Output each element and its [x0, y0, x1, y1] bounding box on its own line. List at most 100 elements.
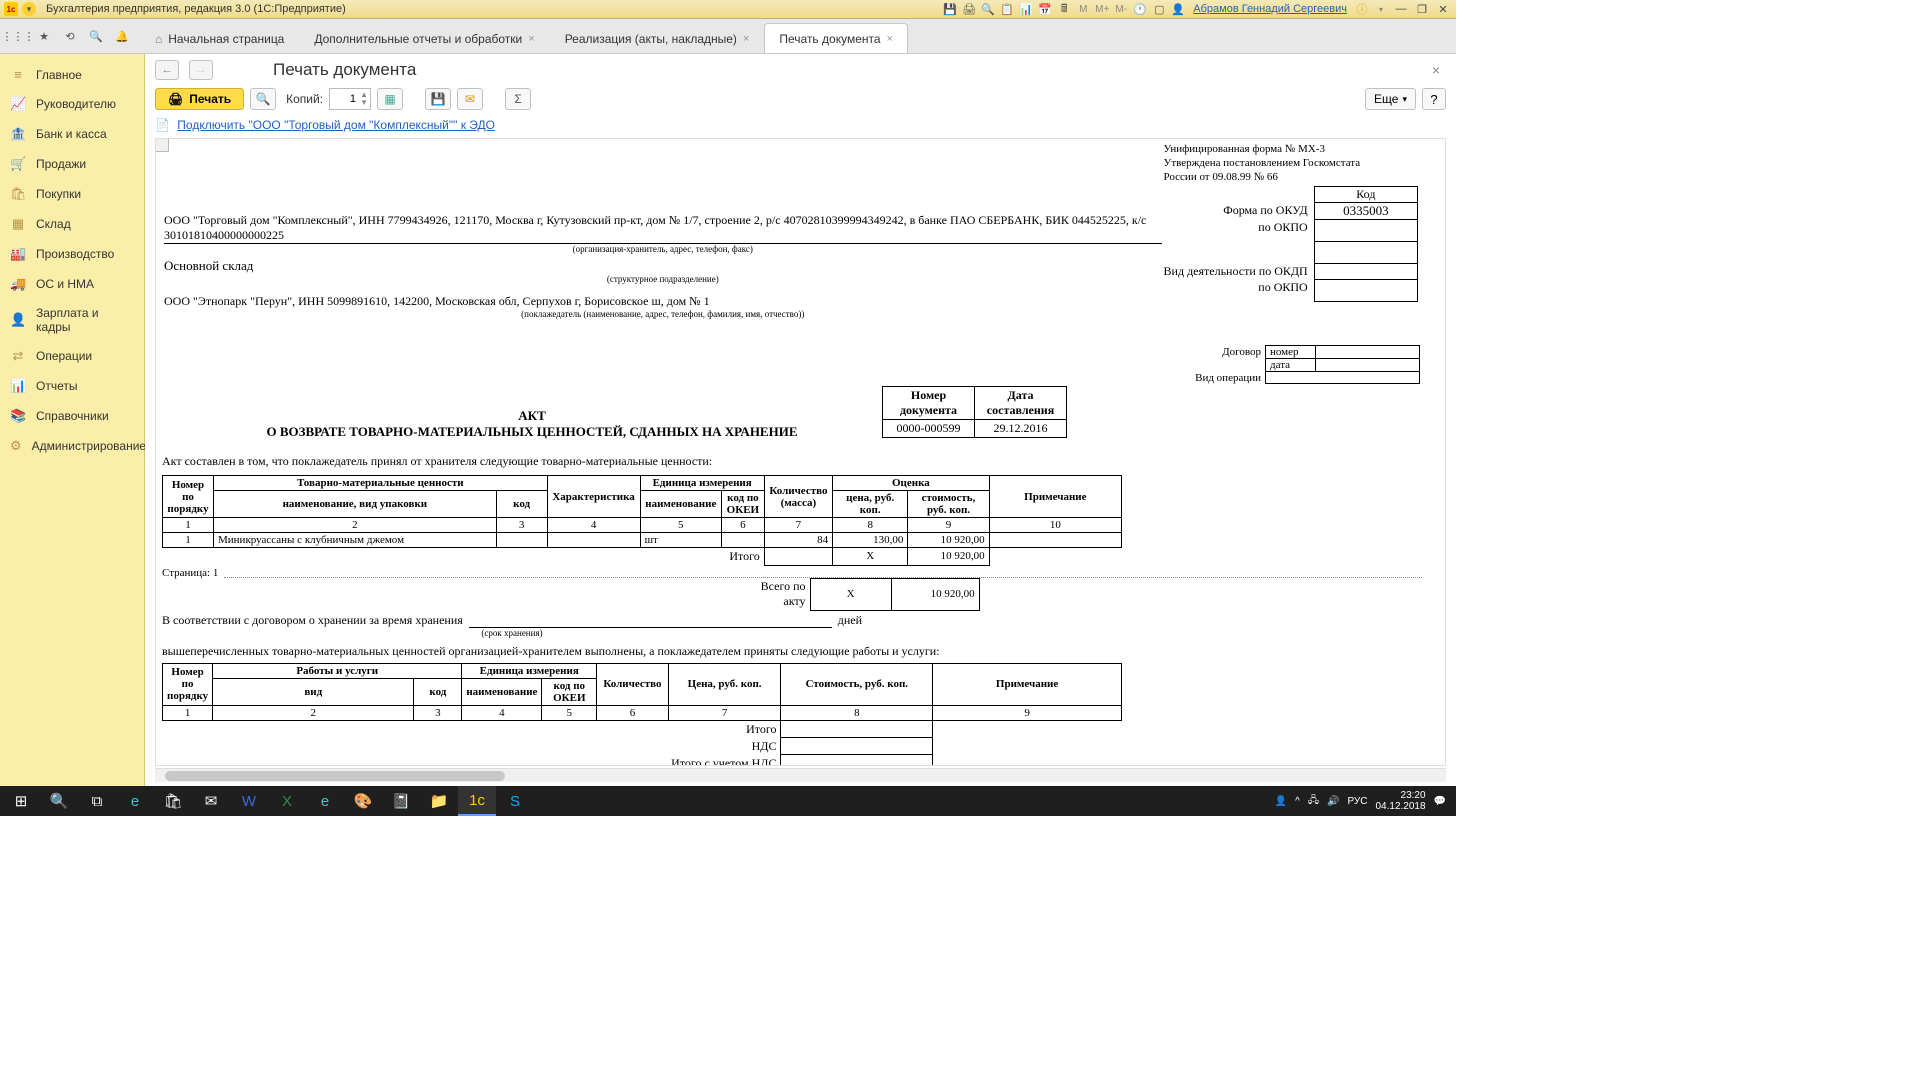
edge-icon[interactable]: e — [116, 786, 154, 816]
tab-close-icon[interactable]: × — [887, 33, 893, 45]
info-dropdown-icon[interactable]: ▾ — [1373, 1, 1389, 17]
apps-icon[interactable]: ⋮⋮⋮ — [6, 24, 30, 48]
window-close[interactable]: ✕ — [1434, 3, 1452, 16]
preview-button[interactable]: 🔍 — [250, 88, 276, 110]
mail-icon[interactable]: ✉ — [192, 786, 230, 816]
app-titlebar: 1c ▾ Бухгалтерия предприятия, редакция 3… — [0, 0, 1456, 19]
copies-label: Копий: — [286, 92, 323, 106]
m-minus-icon[interactable]: M- — [1113, 1, 1129, 17]
copies-input[interactable]: 1▲▼ — [329, 88, 371, 110]
search-icon[interactable]: 🔍 — [84, 24, 108, 48]
tray-people-icon[interactable]: 👤 — [1275, 796, 1287, 807]
window-restore[interactable]: ❐ — [1413, 3, 1431, 16]
word-icon[interactable]: W — [230, 786, 268, 816]
sidebar-item-purchases[interactable]: 🛍Покупки — [0, 179, 144, 209]
sidebar-item-manager[interactable]: 📈Руководителю — [0, 89, 144, 119]
tray-chevron-icon[interactable]: ^ — [1295, 796, 1300, 807]
taskbar-search[interactable]: 🔍 — [40, 786, 78, 816]
page-number: 1 — [213, 567, 219, 579]
tray-network-icon[interactable]: 🖧 — [1308, 793, 1319, 810]
forward-button[interactable]: → — [189, 60, 213, 80]
copy-icon[interactable]: 📋 — [999, 1, 1015, 17]
help-button[interactable]: ? — [1422, 88, 1446, 110]
table-settings-button[interactable]: ▦ — [377, 88, 403, 110]
calc-icon[interactable]: 🖩 — [1056, 1, 1072, 17]
tab-realization[interactable]: Реализация (акты, накладные) × — [550, 23, 765, 53]
start-button[interactable]: ⊞ — [2, 786, 40, 816]
sidebar-item-sales[interactable]: 🛒Продажи — [0, 149, 144, 179]
form-note-3: России от 09.08.99 № 66 — [1164, 171, 1418, 185]
chart-icon[interactable]: 📊 — [1018, 1, 1034, 17]
tab-reports-label: Дополнительные отчеты и обработки — [314, 32, 522, 46]
tray-notifications-icon[interactable]: 💬 — [1434, 796, 1446, 807]
clock-icon[interactable]: 🕐 — [1132, 1, 1148, 17]
okpo2-label: по ОКПО — [1164, 280, 1315, 302]
edo-connect-link[interactable]: Подключить "ООО "Торговый дом "Комплексн… — [177, 118, 495, 132]
favorite-icon[interactable]: ★ — [32, 24, 56, 48]
save-icon[interactable]: 💾 — [942, 1, 958, 17]
tab-home[interactable]: ⌂ Начальная страница — [140, 23, 299, 53]
email-button[interactable]: ✉ — [457, 88, 483, 110]
m-icon[interactable]: M — [1075, 1, 1091, 17]
document-preview[interactable]: ООО "Торговый дом "Комплексный", ИНН 779… — [155, 138, 1446, 766]
task-view[interactable]: ⧉ — [78, 786, 116, 816]
calendar-icon[interactable]: 📅 — [1037, 1, 1053, 17]
info-icon[interactable]: ⓘ — [1354, 1, 1370, 17]
sidebar-item-operations[interactable]: ⇄Операции — [0, 341, 144, 371]
swap-icon: ⇄ — [10, 348, 26, 364]
cart-icon: 🛒 — [10, 156, 26, 172]
window-minimize[interactable]: — — [1392, 3, 1410, 15]
history-icon[interactable]: ⟲ — [58, 24, 82, 48]
sidebar-item-reports[interactable]: 📊Отчеты — [0, 371, 144, 401]
print-icon[interactable]: 🖨 — [961, 1, 977, 17]
explorer-icon[interactable]: 📁 — [420, 786, 458, 816]
sidebar-item-assets[interactable]: 🚚ОС и НМА — [0, 269, 144, 299]
page-close-button[interactable]: × — [1426, 62, 1446, 78]
akt-subtitle: О ВОЗВРАТЕ ТОВАРНО-МАТЕРИАЛЬНЫХ ЦЕННОСТЕ… — [162, 424, 902, 440]
paint-icon[interactable]: 🎨 — [344, 786, 382, 816]
tray-volume-icon[interactable]: 🔊 — [1327, 796, 1339, 807]
sidebar-item-bank[interactable]: 🏦Банк и касса — [0, 119, 144, 149]
sum-button[interactable]: Σ — [505, 88, 531, 110]
sidebar-item-label: Производство — [36, 247, 114, 261]
sidebar-item-main[interactable]: ≡Главное — [0, 60, 144, 89]
sidebar-item-production[interactable]: 🏭Производство — [0, 239, 144, 269]
user-name[interactable]: Абрамов Геннадий Сергеевич — [1193, 3, 1347, 15]
trend-icon: 📈 — [10, 96, 26, 112]
tray-lang[interactable]: РУС — [1347, 796, 1367, 807]
tab-close-icon[interactable]: × — [743, 33, 749, 45]
doc-number: 0000-000599 — [883, 420, 975, 438]
more-button[interactable]: Еще▾ — [1365, 88, 1416, 110]
print-button[interactable]: 🖨 Печать — [155, 88, 244, 110]
1c-taskbar-icon[interactable]: 1c — [458, 786, 496, 816]
tab-close-icon[interactable]: × — [528, 33, 534, 45]
chevron-down-icon: ▾ — [1402, 94, 1407, 105]
sidebar-item-catalogs[interactable]: 📚Справочники — [0, 401, 144, 431]
kod-header: Код — [1314, 187, 1417, 203]
sidebar-item-label: Склад — [36, 217, 71, 231]
notepad-icon[interactable]: 📓 — [382, 786, 420, 816]
skype-icon[interactable]: S — [496, 786, 534, 816]
back-button[interactable]: ← — [155, 60, 179, 80]
save-disk-button[interactable]: 💾 — [425, 88, 451, 110]
excel-icon[interactable]: X — [268, 786, 306, 816]
doc-date: 29.12.2016 — [975, 420, 1067, 438]
app-menu-dropdown[interactable]: ▾ — [22, 2, 36, 16]
sidebar-item-admin[interactable]: ⚙Администрирование — [0, 431, 144, 461]
sidebar-item-warehouse[interactable]: ▦Склад — [0, 209, 144, 239]
preview-icon[interactable]: 🔍 — [980, 1, 996, 17]
m-plus-icon[interactable]: M+ — [1094, 1, 1110, 17]
horizontal-scrollbar[interactable] — [155, 768, 1446, 782]
tray-clock[interactable]: 23:20 04.12.2018 — [1375, 790, 1425, 812]
tab-print-doc[interactable]: Печать документа × — [764, 23, 908, 53]
bell-icon[interactable]: 🔔 — [110, 24, 134, 48]
spreadsheet-corner[interactable] — [155, 138, 169, 152]
window-icon[interactable]: ▢ — [1151, 1, 1167, 17]
form-note-2: Утверждена постановлением Госкомстата — [1164, 157, 1418, 171]
sidebar-item-salary[interactable]: 👤Зарплата и кадры — [0, 299, 144, 341]
page-label: Страница: — [162, 567, 210, 579]
store-icon[interactable]: 🛍 — [154, 786, 192, 816]
sidebar-item-label: ОС и НМА — [36, 277, 94, 291]
tab-reports[interactable]: Дополнительные отчеты и обработки × — [299, 23, 549, 53]
ie-icon[interactable]: e — [306, 786, 344, 816]
